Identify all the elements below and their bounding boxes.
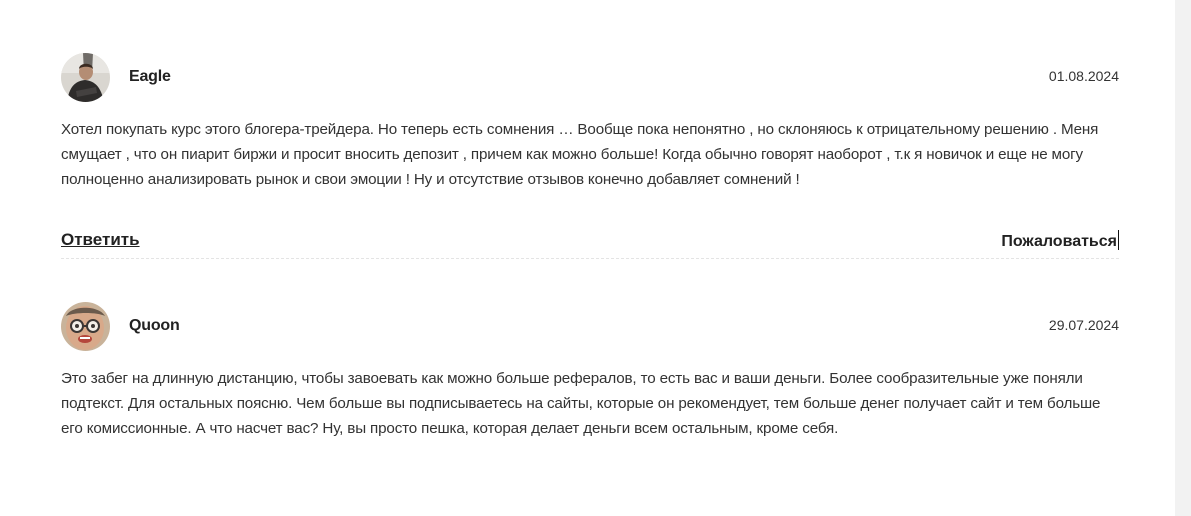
comment-date: 01.08.2024 — [1048, 68, 1119, 84]
text-cursor — [1118, 229, 1119, 250]
user-photo-avatar-icon — [61, 301, 110, 351]
comment-header: Eagle 01.08.2024 — [61, 52, 1119, 102]
comment-text: Хотел покупать курс этого блогера-трейде… — [61, 121, 1099, 188]
report-link-label: Пожаловаться — [1001, 232, 1117, 250]
comment-header: Quoon 29.07.2024 — [61, 301, 1119, 351]
comment-date: 29.07.2024 — [1048, 317, 1119, 333]
comment-item: Quoon 29.07.2024 Это забег на длинную ди… — [61, 259, 1119, 441]
report-link[interactable]: Пожаловаться — [1001, 229, 1119, 251]
comment-actions: Ответить Пожаловаться — [61, 227, 1119, 253]
comment-list: Eagle 01.08.2024 Хотел покупать курс это… — [61, 0, 1119, 441]
avatar — [61, 301, 110, 351]
comment-item: Eagle 01.08.2024 Хотел покупать курс это… — [61, 0, 1119, 259]
comment-text: Это забег на длинную дистанцию, чтобы за… — [61, 370, 1101, 437]
comment-author: Quoon — [129, 317, 180, 334]
user-photo-avatar-icon — [61, 52, 110, 102]
reply-link[interactable]: Ответить — [61, 230, 140, 250]
comment-author: Eagle — [129, 68, 171, 85]
scrollbar-track[interactable] — [1175, 0, 1191, 516]
avatar — [61, 52, 110, 102]
